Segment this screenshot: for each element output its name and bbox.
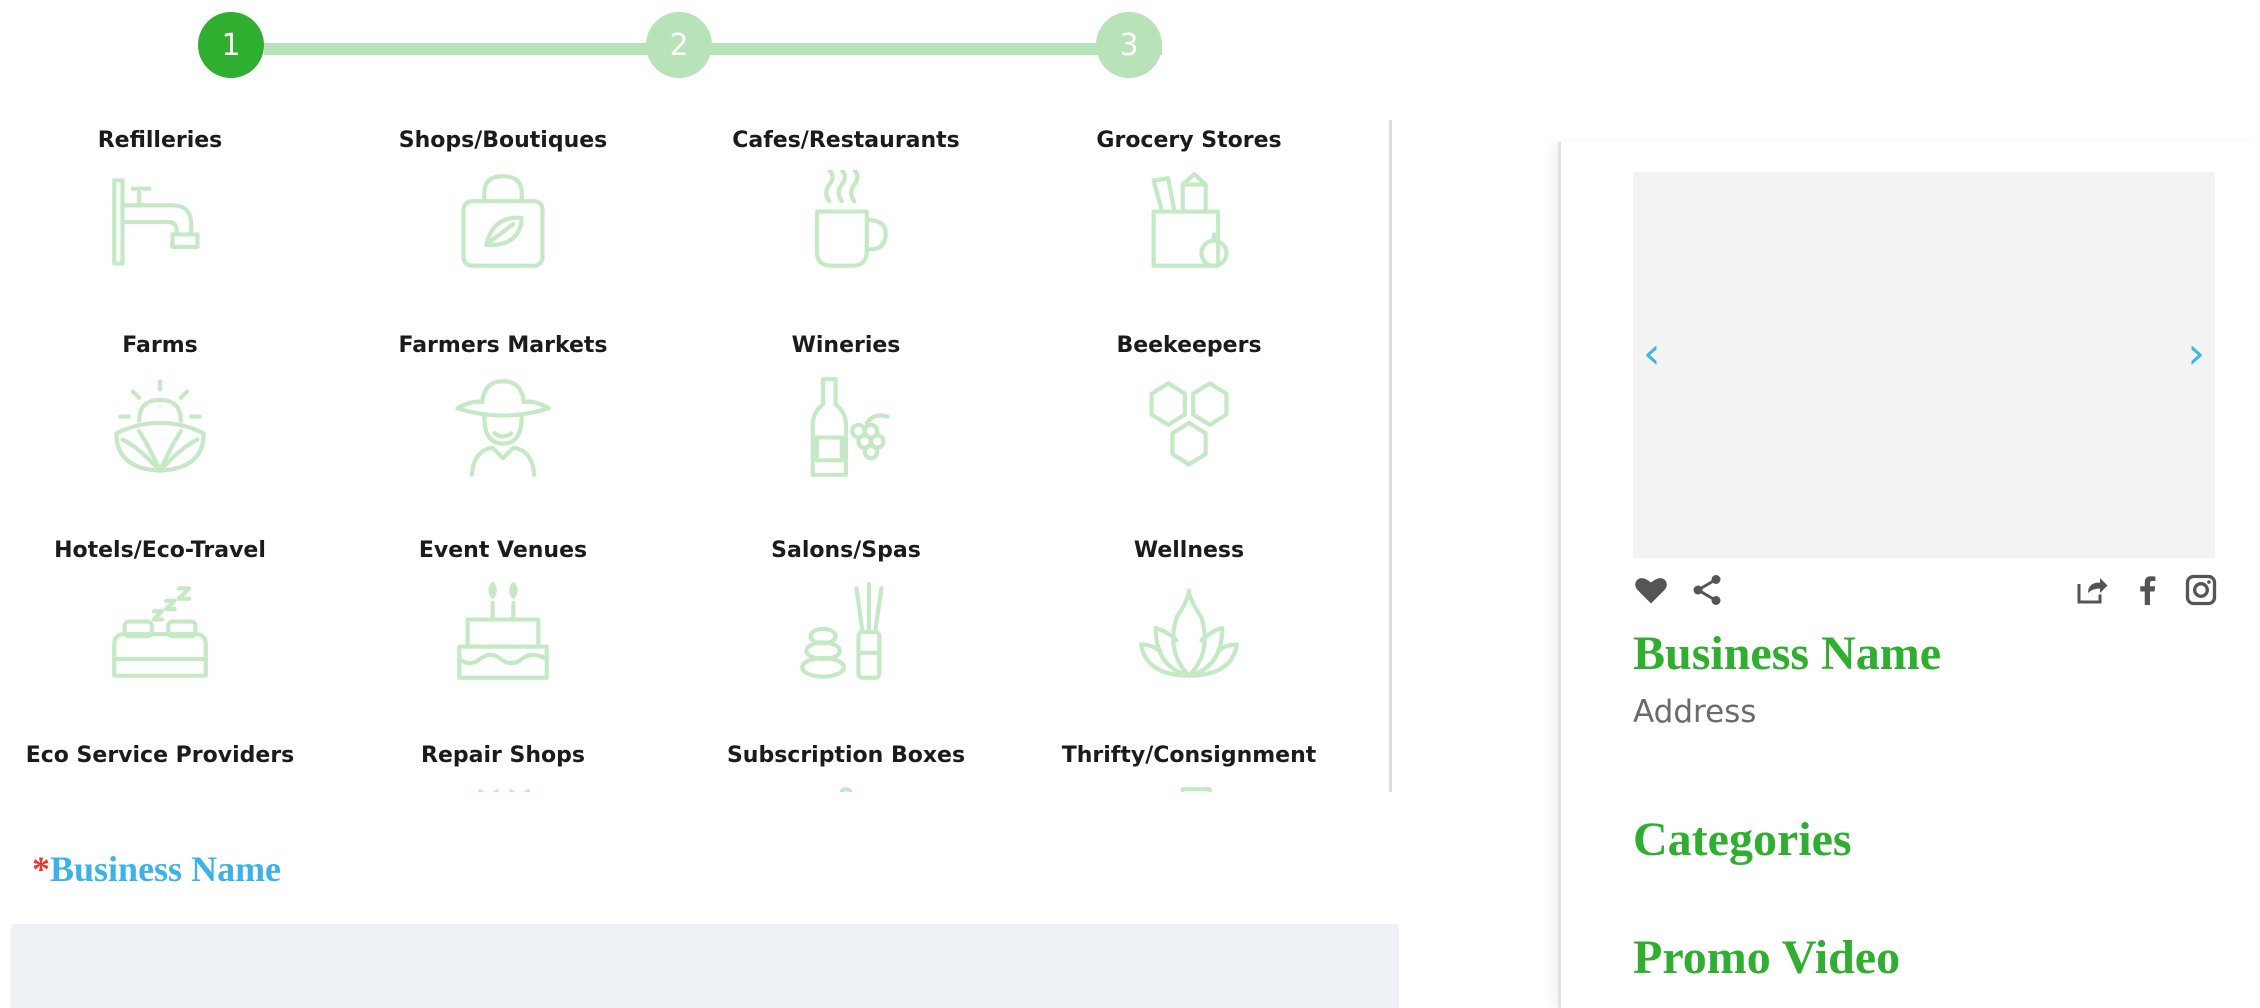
- category-label: Beekeepers: [1116, 333, 1262, 358]
- box-icon: [794, 785, 898, 792]
- category-label: Eco Service Providers: [25, 743, 295, 768]
- heart-icon[interactable]: [1633, 572, 1669, 608]
- spa-stones-icon: [794, 580, 898, 684]
- share-icon[interactable]: [1689, 572, 1725, 608]
- wine-bottle-icon: [794, 375, 898, 479]
- bed-icon: [108, 580, 212, 684]
- category-hotels-eco-travel[interactable]: Hotels/Eco-Travel: [0, 530, 320, 735]
- cake-icon: [451, 580, 555, 684]
- preview-promo-video-heading: Promo Video: [1633, 931, 1901, 984]
- category-refilleries[interactable]: Refilleries: [0, 120, 320, 325]
- category-wineries[interactable]: Wineries: [686, 325, 1006, 530]
- category-label: Wineries: [791, 333, 901, 358]
- listing-preview-card: ‹ › Business Name Address Categories Pro…: [1558, 142, 2260, 1008]
- shopping-bag-leaf-icon: [451, 170, 555, 274]
- category-label: Grocery Stores: [1096, 128, 1282, 153]
- category-label: Cafes/Restaurants: [732, 128, 960, 153]
- step-connector-2-3: [712, 43, 1162, 55]
- category-label: Thrifty/Consignment: [1061, 743, 1317, 768]
- card-action-row: [1633, 572, 2217, 612]
- carousel-prev-icon[interactable]: ‹: [1643, 332, 1661, 376]
- farmer-icon: [451, 375, 555, 479]
- preview-categories-heading: Categories: [1633, 813, 1852, 866]
- category-farms[interactable]: Farms: [0, 325, 320, 530]
- category-label: Farms: [122, 333, 198, 358]
- preview-business-name: Business Name: [1633, 627, 1942, 680]
- category-shops-boutiques[interactable]: Shops/Boutiques: [343, 120, 663, 325]
- carousel-next-icon[interactable]: ›: [2187, 332, 2205, 376]
- required-marker: *: [32, 849, 50, 889]
- step-2[interactable]: 2: [646, 12, 712, 78]
- category-label: Repair Shops: [421, 743, 585, 768]
- category-eco-service-providers[interactable]: Eco Service Providers: [0, 735, 320, 792]
- facebook-icon[interactable]: [2129, 572, 2165, 608]
- category-salons-spas[interactable]: Salons/Spas: [686, 530, 1006, 735]
- category-label: Hotels/Eco-Travel: [54, 538, 266, 563]
- honeycomb-icon: [1137, 375, 1241, 479]
- category-farmers-markets[interactable]: Farmers Markets: [343, 325, 663, 530]
- category-label: Farmers Markets: [398, 333, 608, 358]
- step-1[interactable]: 1: [198, 12, 264, 78]
- category-event-venues[interactable]: Event Venues: [343, 530, 663, 735]
- category-label: Refilleries: [97, 128, 223, 153]
- category-beekeepers[interactable]: Beekeepers: [1029, 325, 1349, 530]
- category-label: Salons/Spas: [771, 538, 921, 563]
- tag-icon: [1137, 785, 1241, 792]
- farm-sun-icon: [108, 375, 212, 479]
- category-grocery-stores[interactable]: Grocery Stores: [1029, 120, 1349, 325]
- external-share-icon[interactable]: [2073, 572, 2109, 608]
- category-label: Shops/Boutiques: [398, 128, 608, 153]
- instagram-icon[interactable]: [2183, 572, 2219, 608]
- repair-icon: [451, 785, 555, 792]
- business-name-input[interactable]: [11, 924, 1399, 1008]
- business-name-label: *Business Name: [32, 848, 281, 890]
- category-wellness[interactable]: Wellness: [1029, 530, 1349, 735]
- category-label: Wellness: [1133, 538, 1245, 563]
- category-grid[interactable]: Refilleries Shops/Boutiques Cafes/Restau…: [0, 120, 1392, 792]
- preview-address: Address: [1633, 694, 1757, 730]
- category-label: Event Venues: [418, 538, 588, 563]
- category-label: Subscription Boxes: [726, 743, 966, 768]
- category-subscription-boxes[interactable]: Subscription Boxes: [686, 735, 1006, 792]
- coffee-cup-icon: [794, 167, 898, 274]
- category-thrifty-consignment[interactable]: Thrifty/Consignment: [1029, 735, 1349, 792]
- category-cafes-restaurants[interactable]: Cafes/Restaurants: [686, 120, 1006, 325]
- grocery-bag-icon: [1137, 170, 1241, 274]
- lotus-icon: [1137, 580, 1241, 684]
- progress-stepper: 1 2 3: [0, 0, 1200, 90]
- business-name-label-text: Business Name: [50, 849, 282, 889]
- image-carousel[interactable]: ‹ ›: [1633, 172, 2215, 558]
- faucet-icon: [108, 170, 212, 274]
- eco-service-icon: [108, 785, 212, 792]
- category-repair-shops[interactable]: Repair Shops: [343, 735, 663, 792]
- step-3[interactable]: 3: [1096, 12, 1162, 78]
